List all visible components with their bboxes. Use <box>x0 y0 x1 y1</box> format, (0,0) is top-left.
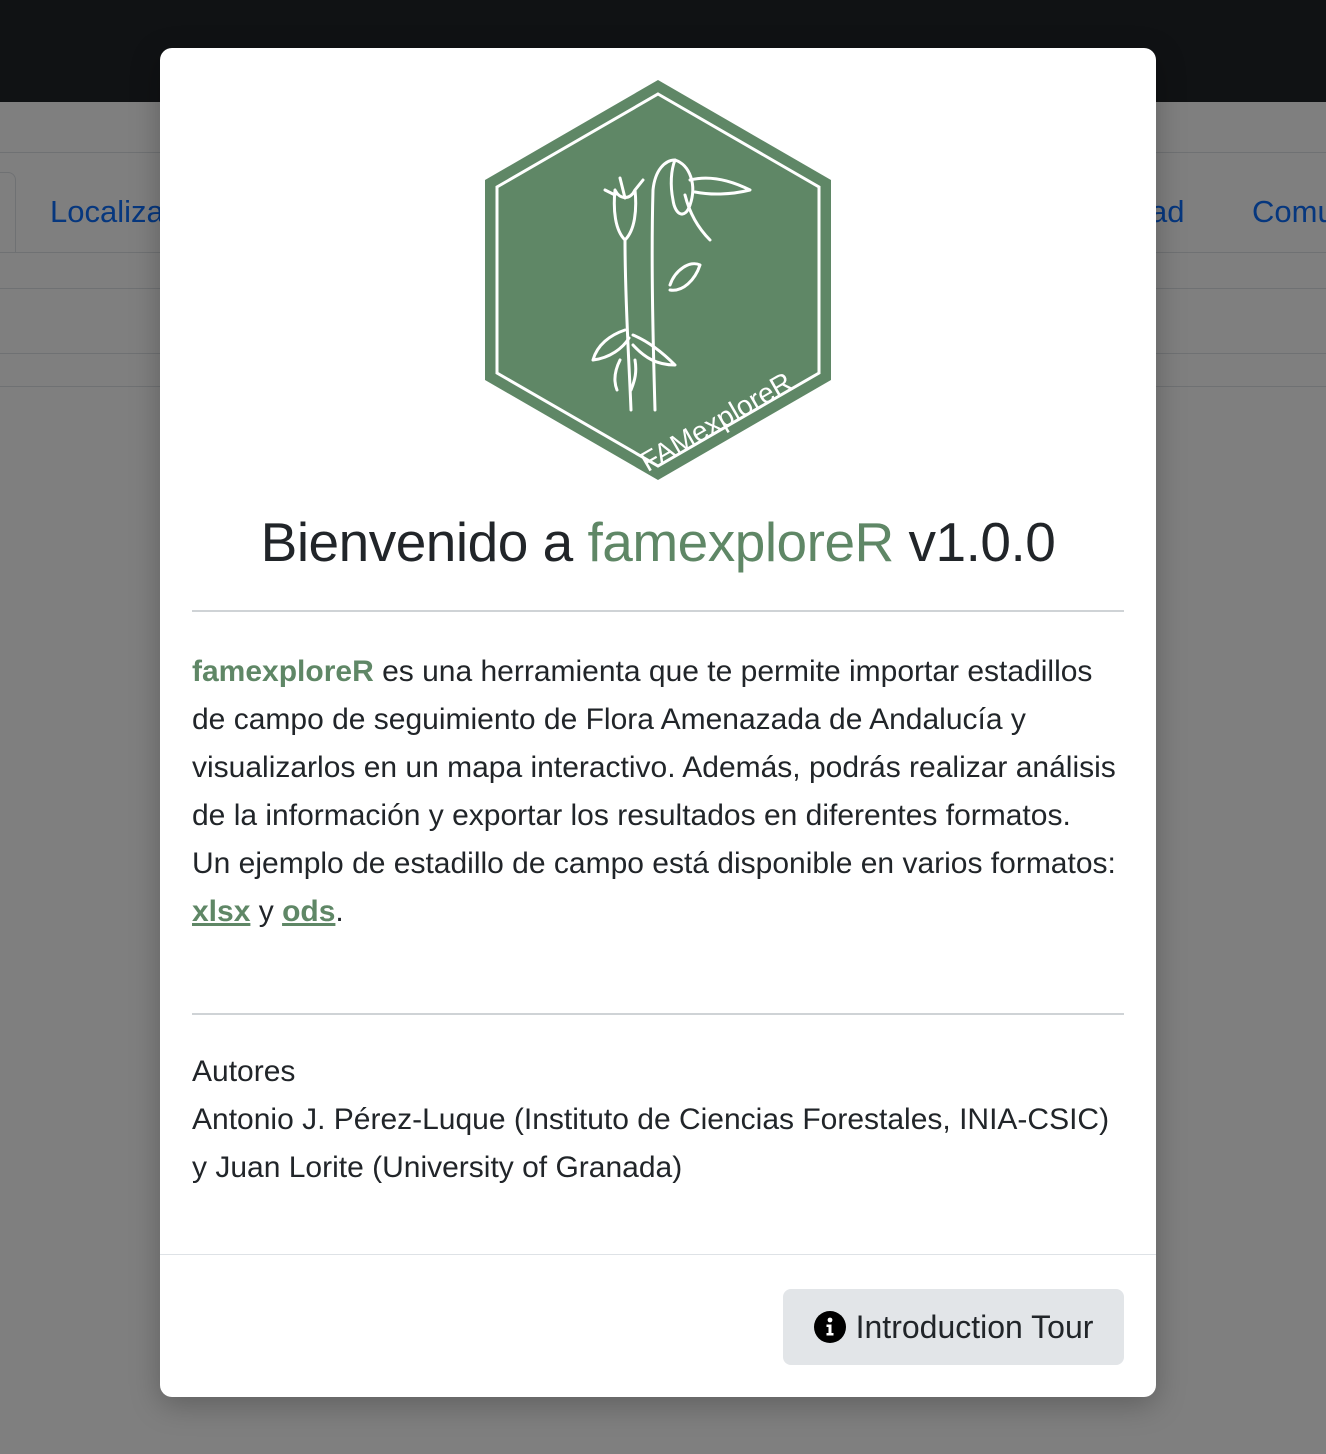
authors-heading: Autores <box>192 1055 296 1088</box>
link-separator: y <box>250 895 283 928</box>
ods-download-link[interactable]: ods <box>282 895 335 928</box>
info-icon <box>813 1311 846 1343</box>
title-prefix: Bienvenido a <box>260 511 588 573</box>
authors-text: Antonio J. Pérez-Luque (Instituto de Cie… <box>192 1103 1110 1184</box>
title-divider <box>192 610 1124 612</box>
sentence-end: . <box>335 895 344 928</box>
introduction-tour-button[interactable]: Introduction Tour <box>783 1289 1124 1365</box>
description-app-name: famexploreR <box>192 655 374 688</box>
tour-button-label: Introduction Tour <box>855 1308 1094 1345</box>
example-text: Un ejemplo de estadillo de campo está di… <box>192 847 1116 880</box>
app-description: famexploreR es una herramienta que te pe… <box>192 648 1124 936</box>
title-app-name: famexploreR <box>587 511 894 573</box>
modal-title: Bienvenido a famexploreR v1.0.0 <box>160 510 1156 574</box>
description-divider <box>192 1013 1124 1015</box>
xlsx-download-link[interactable]: xlsx <box>192 895 250 928</box>
famexplorer-logo: FAMexploreR <box>485 80 831 480</box>
welcome-modal: FAMexploreR Bienvenido a famexploreR v1.… <box>160 48 1156 1397</box>
title-version: v1.0.0 <box>893 511 1056 573</box>
modal-footer-divider <box>160 1254 1156 1255</box>
authors-section: Autores Antonio J. Pérez-Luque (Institut… <box>192 1048 1124 1192</box>
